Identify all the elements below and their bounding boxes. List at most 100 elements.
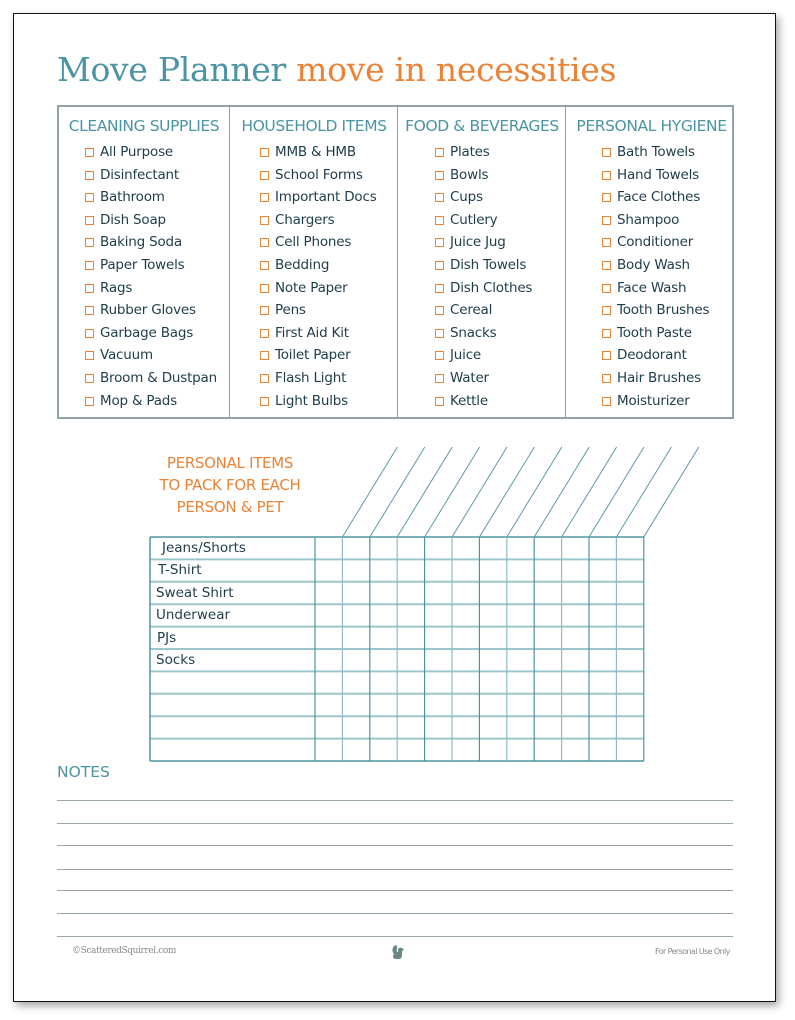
grid-cell[interactable] (480, 717, 505, 737)
grid-cell[interactable] (480, 628, 505, 648)
grid-cell[interactable] (508, 538, 533, 558)
grid-cell[interactable] (535, 560, 560, 580)
grid-cell[interactable] (590, 672, 615, 692)
note-line[interactable] (57, 800, 733, 801)
grid-cell[interactable] (426, 717, 451, 737)
grid-cell[interactable] (590, 695, 615, 715)
grid-cell[interactable] (508, 740, 533, 760)
grid-cell[interactable] (590, 560, 615, 580)
grid-cell[interactable] (535, 740, 560, 760)
grid-cell[interactable] (453, 717, 478, 737)
grid-cell[interactable] (535, 650, 560, 670)
grid-cell[interactable] (453, 740, 478, 760)
grid-cell[interactable] (426, 650, 451, 670)
grid-cell[interactable] (617, 605, 642, 625)
grid-cell[interactable] (398, 740, 423, 760)
note-line[interactable] (57, 869, 733, 870)
grid-cell[interactable] (343, 605, 368, 625)
grid-cell[interactable] (343, 695, 368, 715)
grid-cell[interactable] (426, 695, 451, 715)
grid-cell[interactable] (480, 695, 505, 715)
grid-cell[interactable] (398, 672, 423, 692)
grid-cell[interactable] (480, 740, 505, 760)
grid-cell[interactable] (426, 583, 451, 603)
note-line[interactable] (57, 845, 733, 846)
grid-cell[interactable] (590, 650, 615, 670)
grid-cell[interactable] (535, 628, 560, 648)
grid-cell[interactable] (617, 650, 642, 670)
grid-cell[interactable] (590, 740, 615, 760)
grid-cell[interactable] (426, 605, 451, 625)
grid-cell[interactable] (316, 628, 341, 648)
grid-cell[interactable] (480, 605, 505, 625)
grid-cell[interactable] (398, 583, 423, 603)
grid-cell[interactable] (535, 717, 560, 737)
grid-cell[interactable] (398, 717, 423, 737)
grid-cell[interactable] (316, 605, 341, 625)
grid-cell[interactable] (535, 672, 560, 692)
grid-cell[interactable] (398, 605, 423, 625)
grid-cell[interactable] (316, 717, 341, 737)
grid-cell[interactable] (371, 740, 396, 760)
grid-cell[interactable] (316, 583, 341, 603)
grid-cell[interactable] (316, 650, 341, 670)
grid-cell[interactable] (563, 538, 588, 558)
grid-cell[interactable] (480, 560, 505, 580)
grid-cell[interactable] (617, 672, 642, 692)
grid-cell[interactable] (590, 605, 615, 625)
grid-cell[interactable] (617, 628, 642, 648)
grid-cell[interactable] (316, 672, 341, 692)
grid-cell[interactable] (343, 628, 368, 648)
grid-cell[interactable] (563, 605, 588, 625)
grid-cell[interactable] (508, 695, 533, 715)
grid-cell[interactable] (453, 628, 478, 648)
grid-cell[interactable] (371, 717, 396, 737)
grid-cell[interactable] (590, 538, 615, 558)
grid-cell[interactable] (398, 695, 423, 715)
grid-cell[interactable] (508, 583, 533, 603)
grid-cell[interactable] (453, 605, 478, 625)
grid-cell[interactable] (371, 672, 396, 692)
grid-cell[interactable] (371, 695, 396, 715)
grid-cell[interactable] (316, 740, 341, 760)
grid-cell[interactable] (316, 560, 341, 580)
grid-cell[interactable] (508, 672, 533, 692)
grid-cell[interactable] (480, 672, 505, 692)
grid-cell[interactable] (453, 538, 478, 558)
grid-cell[interactable] (590, 583, 615, 603)
grid-cell[interactable] (343, 538, 368, 558)
grid-cell[interactable] (563, 695, 588, 715)
grid-cell[interactable] (453, 672, 478, 692)
grid-cell[interactable] (617, 560, 642, 580)
grid-cell[interactable] (371, 628, 396, 648)
grid-cell[interactable] (563, 583, 588, 603)
note-line[interactable] (57, 913, 733, 914)
grid-cell[interactable] (371, 560, 396, 580)
grid-cell[interactable] (563, 628, 588, 648)
grid-cell[interactable] (426, 740, 451, 760)
grid-cell[interactable] (590, 628, 615, 648)
grid-cell[interactable] (343, 672, 368, 692)
grid-cell[interactable] (535, 695, 560, 715)
grid-cell[interactable] (426, 628, 451, 648)
grid-cell[interactable] (453, 560, 478, 580)
grid-cell[interactable] (617, 695, 642, 715)
note-line[interactable] (57, 936, 733, 937)
grid-cell[interactable] (508, 717, 533, 737)
grid-cell[interactable] (316, 538, 341, 558)
grid-cell[interactable] (453, 650, 478, 670)
grid-cell[interactable] (371, 583, 396, 603)
grid-cell[interactable] (426, 538, 451, 558)
grid-cell[interactable] (617, 740, 642, 760)
grid-cell[interactable] (398, 628, 423, 648)
grid-cell[interactable] (316, 695, 341, 715)
grid-cell[interactable] (426, 560, 451, 580)
grid-cell[interactable] (343, 740, 368, 760)
grid-cell[interactable] (535, 538, 560, 558)
grid-cell[interactable] (508, 650, 533, 670)
grid-cell[interactable] (426, 672, 451, 692)
grid-cell[interactable] (535, 605, 560, 625)
grid-cell[interactable] (508, 628, 533, 648)
grid-cell[interactable] (617, 583, 642, 603)
grid-cell[interactable] (590, 717, 615, 737)
